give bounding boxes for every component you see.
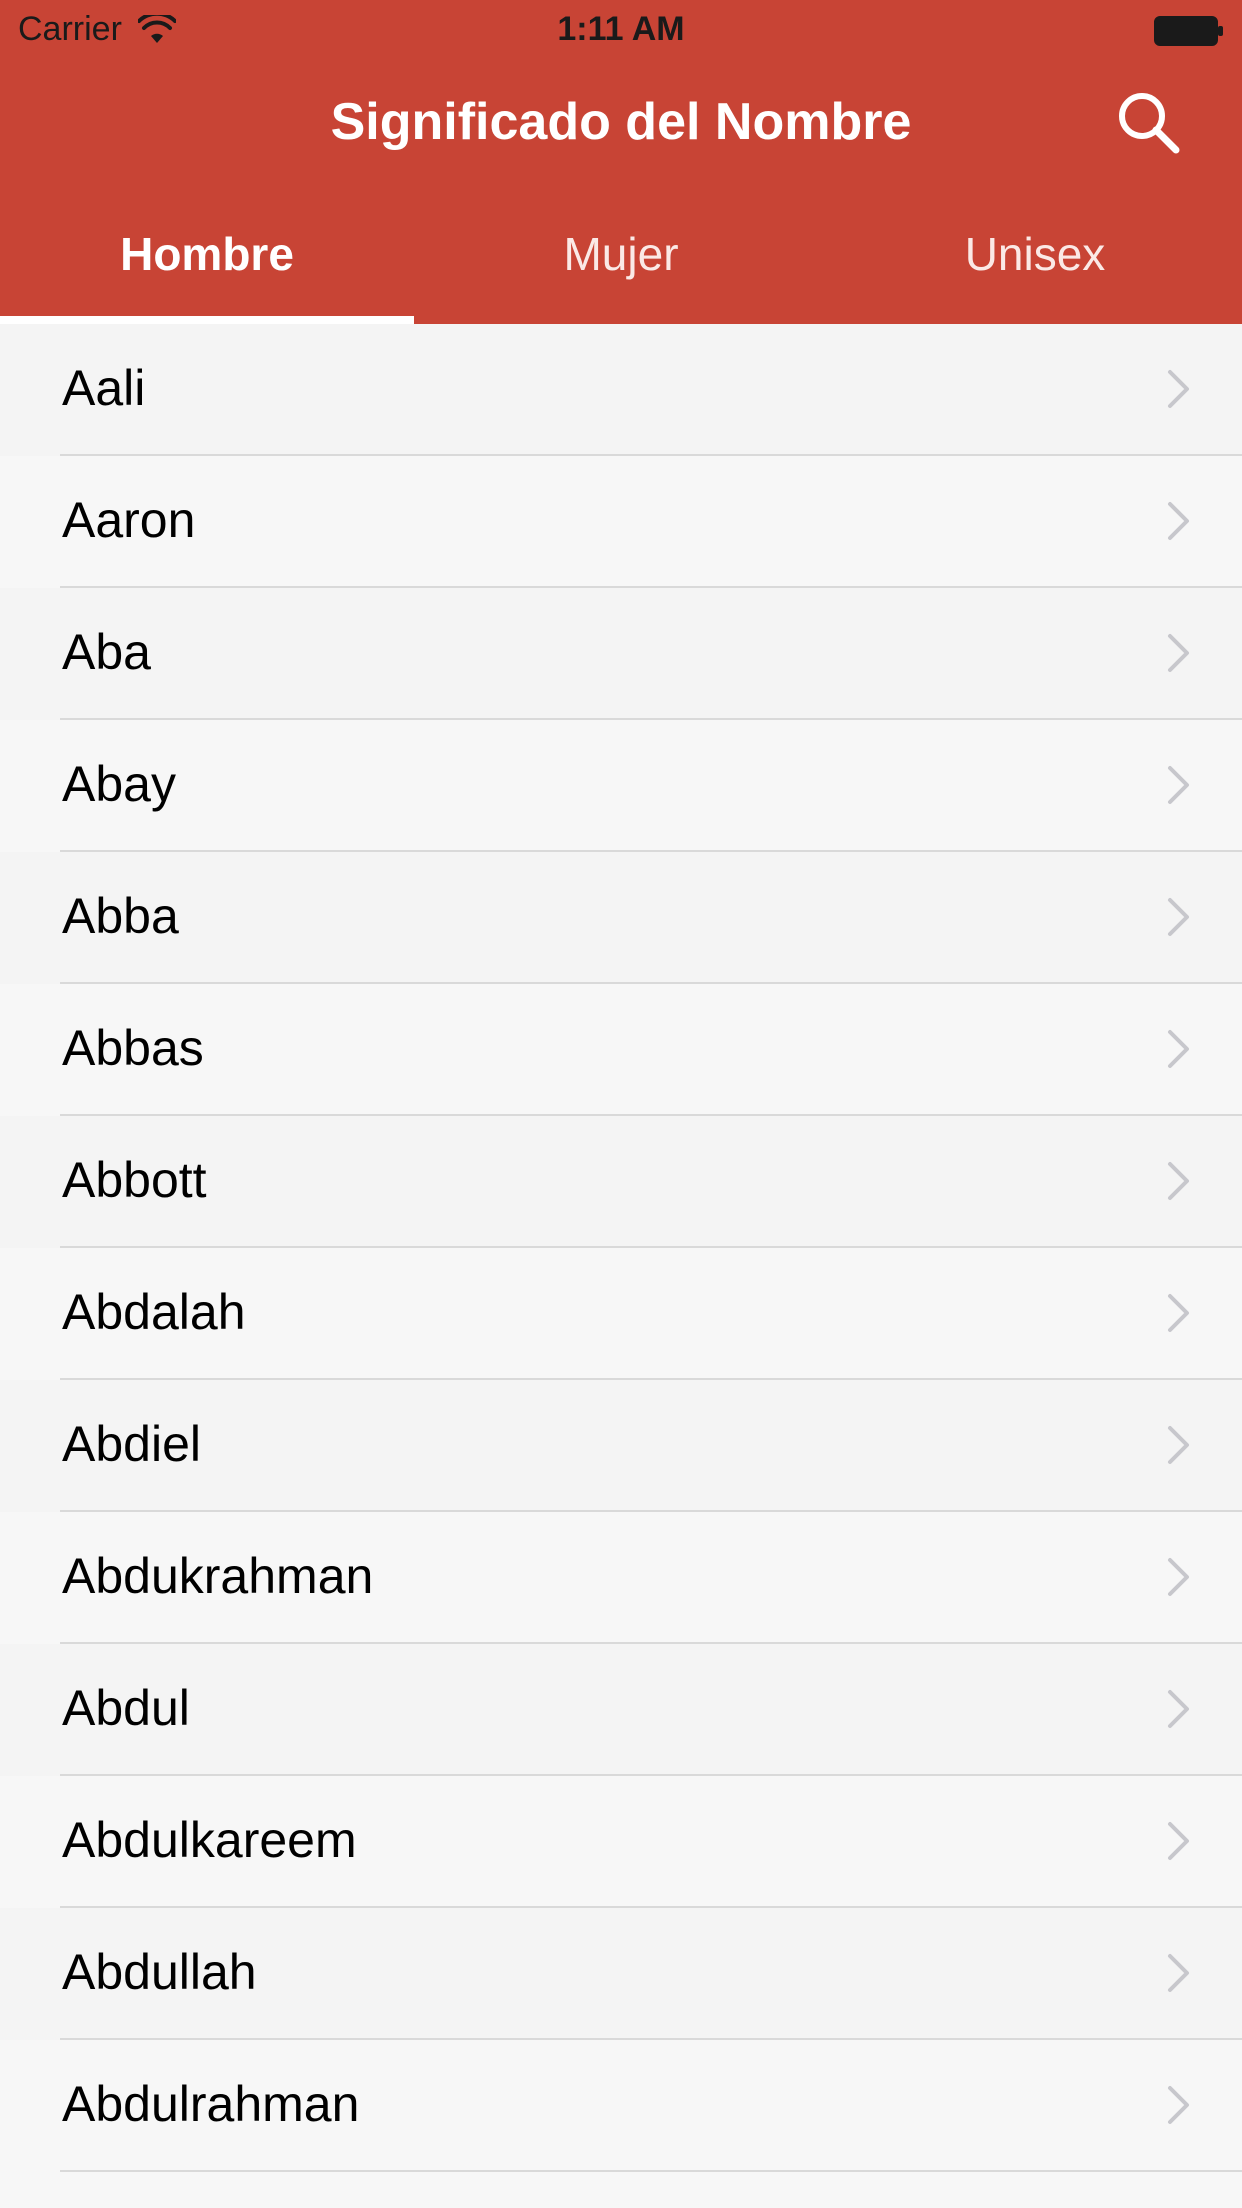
- tab-hombre[interactable]: Hombre: [0, 214, 414, 324]
- chevron-right-icon: [1168, 1426, 1189, 1464]
- tab-label: Unisex: [964, 228, 1106, 280]
- name-label: Abba: [62, 888, 179, 944]
- active-tab-indicator: [0, 316, 414, 324]
- name-label: Abdullah: [62, 1944, 257, 2000]
- list-item[interactable]: Aba: [0, 588, 1242, 720]
- name-label: Abdulkareem: [62, 1812, 357, 1868]
- chevron-right-icon: [1168, 1162, 1189, 1200]
- list-item[interactable]: Abdulrahman: [0, 2040, 1242, 2172]
- tab-unisex[interactable]: Unisex: [828, 214, 1242, 324]
- list-item[interactable]: Abdul: [0, 1644, 1242, 1776]
- chevron-right-icon: [1168, 1558, 1189, 1596]
- list-item[interactable]: Abbas: [0, 984, 1242, 1116]
- status-time: 1:11 AM: [557, 10, 685, 48]
- battery-icon: [1154, 16, 1223, 46]
- list-item[interactable]: Abdukrahman: [0, 1512, 1242, 1644]
- list-item[interactable]: Abdiel: [0, 1380, 1242, 1512]
- status-bar: Carrier 1:11 AM: [0, 0, 1242, 60]
- chevron-right-icon: [1168, 1294, 1189, 1332]
- search-icon: [1119, 93, 1180, 154]
- list-item[interactable]: Abdullah: [0, 1908, 1242, 2040]
- list-item[interactable]: Abay: [0, 720, 1242, 852]
- name-label: Abay: [62, 756, 176, 812]
- name-label: Aali: [62, 360, 146, 416]
- chevron-right-icon: [1168, 502, 1189, 540]
- name-label: Abdiel: [62, 1416, 201, 1472]
- gender-tabs: Hombre Mujer Unisex: [0, 214, 1242, 324]
- app-header: Carrier 1:11 AM Significado del Nombre H…: [0, 0, 1242, 324]
- chevron-right-icon: [1168, 370, 1189, 408]
- list-item[interactable]: Abba: [0, 852, 1242, 984]
- list-item[interactable]: Aaron: [0, 456, 1242, 588]
- names-list: Aali Aaron Aba Abay Abba Abbas Abbott Ab…: [0, 324, 1242, 2208]
- list-item[interactable]: Abdalah: [0, 1248, 1242, 1380]
- search-button[interactable]: [1112, 86, 1184, 158]
- name-label: Abdalah: [62, 1284, 246, 1340]
- chevron-right-icon: [1168, 766, 1189, 804]
- list-item[interactable]: Abdulkareem: [0, 1776, 1242, 1908]
- page-title: Significado del Nombre: [330, 93, 912, 151]
- chevron-right-icon: [1168, 2086, 1189, 2124]
- row-divider: [60, 2170, 1242, 2172]
- name-label: Aaron: [62, 492, 196, 548]
- chevron-right-icon: [1168, 1030, 1189, 1068]
- name-label: Abdukrahman: [62, 1548, 374, 1604]
- chevron-right-icon: [1168, 1954, 1189, 1992]
- chevron-right-icon: [1168, 1690, 1189, 1728]
- name-label: Aba: [62, 624, 151, 680]
- tab-mujer[interactable]: Mujer: [414, 214, 828, 324]
- name-label: Abbott: [62, 1152, 207, 1208]
- list-item[interactable]: Abbott: [0, 1116, 1242, 1248]
- name-label: Abbas: [62, 1020, 204, 1076]
- name-label: Abdulrahman: [62, 2076, 360, 2132]
- name-label: Abdul: [62, 1680, 190, 1736]
- tab-label: Mujer: [563, 228, 679, 280]
- chevron-right-icon: [1168, 634, 1189, 672]
- tab-label: Hombre: [120, 228, 294, 280]
- chevron-right-icon: [1168, 898, 1189, 936]
- chevron-right-icon: [1168, 1822, 1189, 1860]
- list-item[interactable]: Aali: [0, 324, 1242, 456]
